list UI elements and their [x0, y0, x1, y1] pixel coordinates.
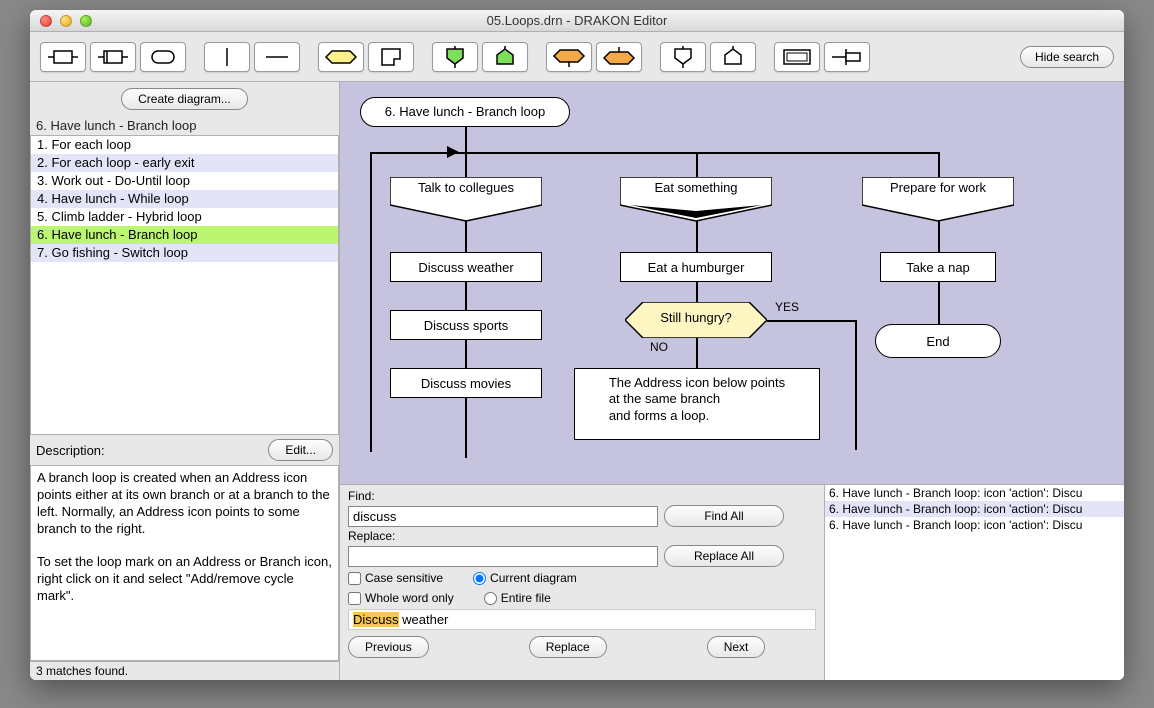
tool-action-icon[interactable]: [40, 42, 86, 72]
description-label: Description:: [36, 443, 268, 458]
titlebar[interactable]: 05.Loops.drn - DRAKON Editor: [30, 10, 1124, 32]
window-title: 05.Loops.drn - DRAKON Editor: [30, 13, 1124, 28]
match-preview: Discuss weather: [348, 609, 816, 630]
sidebar: Create diagram... 6. Have lunch - Branch…: [30, 82, 340, 680]
description-textarea[interactable]: A branch loop is created when an Address…: [30, 465, 339, 661]
toolbar: Hide search: [30, 32, 1124, 82]
previous-button[interactable]: Previous: [348, 636, 429, 658]
main-area: 6. Have lunch - Branch loop Talk to coll…: [340, 82, 1124, 680]
diagram-list[interactable]: 1. For each loop 2. For each loop - earl…: [30, 135, 339, 435]
find-all-button[interactable]: Find All: [664, 505, 784, 527]
tool-rounded-icon[interactable]: [140, 42, 186, 72]
tool-if-icon[interactable]: [318, 42, 364, 72]
tool-address-green-icon[interactable]: [482, 42, 528, 72]
edit-description-button[interactable]: Edit...: [268, 439, 333, 461]
traffic-lights: [30, 15, 92, 27]
search-panel: Find: Find All Replace: Replace All Case…: [340, 485, 1124, 680]
replace-label: Replace:: [348, 529, 816, 543]
find-input[interactable]: [348, 506, 658, 527]
description-header: Description: Edit...: [30, 435, 339, 465]
tool-select-icon[interactable]: [368, 42, 414, 72]
tool-loop-end-icon[interactable]: [596, 42, 642, 72]
diagram-title-node[interactable]: 6. Have lunch - Branch loop: [360, 97, 570, 127]
action-node[interactable]: Discuss sports: [390, 310, 542, 340]
search-result-item[interactable]: 6. Have lunch - Branch loop: icon 'actio…: [825, 485, 1124, 501]
branch-prepare[interactable]: Prepare for work: [862, 180, 1014, 195]
close-icon[interactable]: [40, 15, 52, 27]
action-node[interactable]: Eat a humburger: [620, 252, 772, 282]
current-diagram-name: 6. Have lunch - Branch loop: [30, 116, 339, 135]
tool-branch-white-icon[interactable]: [660, 42, 706, 72]
tool-hline-icon[interactable]: [254, 42, 300, 72]
replace-button[interactable]: Replace: [529, 636, 607, 658]
tool-address-white-icon[interactable]: [710, 42, 756, 72]
branch-talk[interactable]: Talk to collegues: [390, 180, 542, 195]
replace-input[interactable]: [348, 546, 658, 567]
yes-label: YES: [775, 300, 799, 314]
entire-file-radio[interactable]: Entire file: [484, 591, 551, 605]
replace-all-button[interactable]: Replace All: [664, 545, 784, 567]
tool-loop-start-icon[interactable]: [546, 42, 592, 72]
tool-comment-icon[interactable]: [774, 42, 820, 72]
tool-branch-green-icon[interactable]: [432, 42, 478, 72]
search-result-item[interactable]: 6. Have lunch - Branch loop: icon 'actio…: [825, 517, 1124, 533]
no-label: NO: [650, 340, 668, 354]
action-node[interactable]: Take a nap: [880, 252, 996, 282]
find-label: Find:: [348, 489, 816, 503]
list-item[interactable]: 2. For each loop - early exit: [31, 154, 338, 172]
create-diagram-button[interactable]: Create diagram...: [121, 88, 248, 110]
app-window: 05.Loops.drn - DRAKON Editor Hide search…: [30, 10, 1124, 680]
question-node[interactable]: Still hungry?: [625, 310, 767, 325]
list-item[interactable]: 5. Climb ladder - Hybrid loop: [31, 208, 338, 226]
action-node[interactable]: Discuss movies: [390, 368, 542, 398]
diagram-canvas[interactable]: 6. Have lunch - Branch loop Talk to coll…: [340, 82, 1124, 485]
content-area: Create diagram... 6. Have lunch - Branch…: [30, 82, 1124, 680]
zoom-icon[interactable]: [80, 15, 92, 27]
hide-search-button[interactable]: Hide search: [1020, 46, 1114, 68]
list-item[interactable]: 3. Work out - Do-Until loop: [31, 172, 338, 190]
next-button[interactable]: Next: [707, 636, 766, 658]
list-item[interactable]: 1. For each loop: [31, 136, 338, 154]
search-result-item[interactable]: 6. Have lunch - Branch loop: icon 'actio…: [825, 501, 1124, 517]
whole-word-checkbox[interactable]: Whole word only: [348, 591, 454, 605]
end-node[interactable]: End: [875, 324, 1001, 358]
tool-connector-icon[interactable]: [824, 42, 870, 72]
action-node[interactable]: Discuss weather: [390, 252, 542, 282]
branch-eat[interactable]: Eat something: [620, 180, 772, 195]
list-item[interactable]: 6. Have lunch - Branch loop: [31, 226, 338, 244]
search-results-list[interactable]: 6. Have lunch - Branch loop: icon 'actio…: [824, 485, 1124, 680]
tool-insertion-icon[interactable]: [90, 42, 136, 72]
list-item[interactable]: 4. Have lunch - While loop: [31, 190, 338, 208]
minimize-icon[interactable]: [60, 15, 72, 27]
comment-node[interactable]: The Address icon below points at the sam…: [574, 368, 820, 440]
list-item[interactable]: 7. Go fishing - Switch loop: [31, 244, 338, 262]
current-diagram-radio[interactable]: Current diagram: [473, 571, 577, 585]
status-bar: 3 matches found.: [30, 661, 339, 680]
tool-vline-icon[interactable]: [204, 42, 250, 72]
case-sensitive-checkbox[interactable]: Case sensitive: [348, 571, 443, 585]
